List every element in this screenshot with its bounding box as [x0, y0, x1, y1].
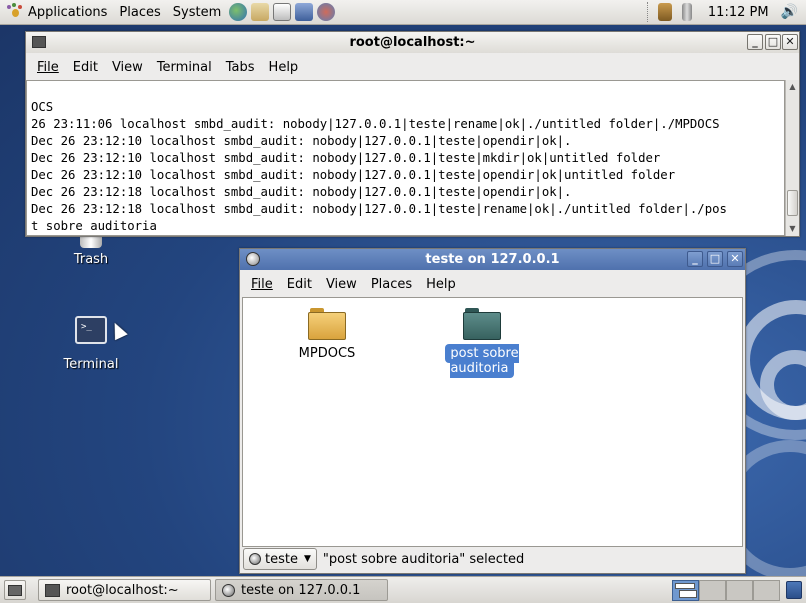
terminal-line: t sobre auditoria — [31, 219, 157, 233]
applications-menu[interactable]: Applications — [0, 0, 113, 25]
text-editor-icon[interactable] — [273, 3, 292, 21]
presentation-icon[interactable] — [295, 3, 314, 21]
terminal-window-menu-icon[interactable] — [32, 36, 46, 48]
file-view[interactable]: MPDOCS post sobre auditoria — [242, 297, 743, 547]
taskbar-item-terminal[interactable]: root@localhost:~ — [38, 579, 211, 601]
close-button[interactable]: ✕ — [727, 251, 743, 267]
dropdown-arrow-icon: ▼ — [303, 554, 311, 564]
file-manager-window-menu-icon[interactable] — [246, 252, 260, 266]
image-viewer-icon[interactable] — [317, 3, 336, 21]
menu-places[interactable]: Places — [364, 277, 419, 292]
workspace-3[interactable] — [726, 580, 753, 601]
menu-help[interactable]: Help — [262, 60, 306, 75]
desktop-icon-trash[interactable]: Trash — [60, 232, 122, 267]
terminal-line: Dec 26 23:12:18 localhost smbd_audit: no… — [31, 185, 572, 199]
web-browser-icon[interactable] — [229, 3, 248, 21]
menu-view[interactable]: View — [105, 60, 150, 75]
folder-item[interactable]: MPDOCS — [287, 308, 367, 361]
file-manager-window[interactable]: teste on 127.0.0.1 _ □ ✕ File Edit View … — [239, 248, 746, 574]
taskbar-label: teste on 127.0.0.1 — [241, 582, 361, 598]
menu-tabs[interactable]: Tabs — [219, 60, 262, 75]
system-menu[interactable]: System — [167, 0, 227, 25]
scrollbar-thumb[interactable] — [787, 190, 798, 216]
minimize-button[interactable]: _ — [747, 34, 763, 50]
terminal-small-icon — [45, 583, 60, 597]
menu-file[interactable]: File — [30, 60, 66, 75]
menu-terminal[interactable]: Terminal — [150, 60, 219, 75]
terminal-scrollbar[interactable]: ▲ ▼ — [785, 80, 799, 236]
file-manager-titlebar[interactable]: teste on 127.0.0.1 _ □ ✕ — [240, 249, 745, 270]
clock[interactable]: 11:12 PM — [708, 5, 769, 20]
workspace-2[interactable] — [699, 580, 726, 601]
folder-icon — [463, 308, 501, 340]
status-text: "post sobre auditoria" selected — [322, 551, 525, 567]
file-manager-menubar: File Edit View Places Help — [244, 272, 745, 296]
file-manager-statusbar: teste ▼ "post sobre auditoria" selected — [240, 545, 745, 573]
folder-label: MPDOCS — [298, 346, 356, 361]
scroll-up-arrow-icon[interactable]: ▲ — [786, 80, 799, 94]
workspace-1[interactable] — [672, 580, 699, 601]
panel-separator — [646, 2, 650, 22]
system-label: System — [172, 4, 222, 20]
email-client-icon[interactable] — [251, 3, 270, 21]
top-panel: Applications Places System 11:12 PM 🔊 — [0, 0, 806, 25]
package-updater-icon[interactable] — [657, 3, 672, 21]
show-desktop-icon — [8, 585, 22, 596]
bottom-panel: root@localhost:~ teste on 127.0.0.1 — [0, 576, 806, 603]
workspace-4[interactable] — [753, 580, 780, 601]
folder-icon — [308, 308, 346, 340]
terminal-line: Dec 26 23:12:10 localhost smbd_audit: no… — [31, 151, 661, 165]
menu-edit[interactable]: Edit — [66, 60, 105, 75]
places-label: Places — [119, 4, 161, 20]
terminal-menubar: File Edit View Terminal Tabs Help — [30, 55, 799, 79]
terminal-output[interactable]: OCS 26 23:11:06 localhost smbd_audit: nob… — [26, 80, 785, 236]
battery-icon[interactable] — [681, 3, 692, 21]
terminal-line: Dec 26 23:12:10 localhost smbd_audit: no… — [31, 168, 676, 182]
taskbar-label: root@localhost:~ — [66, 582, 179, 598]
network-share-small-icon — [222, 583, 235, 597]
applications-label: Applications — [28, 4, 108, 20]
folder-label: post sobre auditoria — [445, 344, 519, 378]
menu-edit[interactable]: Edit — [280, 277, 319, 292]
desktop-icon-label: Terminal — [63, 357, 119, 372]
maximize-button[interactable]: □ — [765, 34, 781, 50]
places-menu[interactable]: Places — [113, 0, 166, 25]
menu-file[interactable]: File — [244, 277, 280, 292]
show-desktop-button[interactable] — [4, 580, 26, 600]
gnome-foot-icon — [6, 3, 24, 21]
terminal-line: OCS — [31, 100, 54, 114]
window-title: teste on 127.0.0.1 — [425, 252, 560, 267]
network-share-icon — [249, 553, 261, 565]
menu-help[interactable]: Help — [419, 277, 463, 292]
terminal-window[interactable]: root@localhost:~ _ □ ✕ File Edit View Te… — [25, 31, 800, 237]
window-title: root@localhost:~ — [349, 35, 476, 50]
folder-item-selected[interactable]: post sobre auditoria — [415, 308, 549, 378]
maximize-button[interactable]: □ — [707, 251, 723, 267]
trash-applet-icon[interactable] — [786, 581, 802, 599]
workspace-switcher[interactable] — [672, 580, 780, 601]
terminal-titlebar[interactable]: root@localhost:~ _ □ ✕ — [26, 32, 799, 53]
menu-view[interactable]: View — [319, 277, 364, 292]
desktop-icon-label: Trash — [73, 252, 109, 267]
terminal-icon: >_ — [75, 316, 107, 344]
terminal-line: Dec 26 23:12:18 localhost smbd_audit: no… — [31, 202, 727, 216]
location-button[interactable]: teste ▼ — [243, 548, 317, 570]
taskbar-item-file-manager[interactable]: teste on 127.0.0.1 — [215, 579, 388, 601]
scroll-down-arrow-icon[interactable]: ▼ — [786, 222, 799, 236]
terminal-line: Dec 26 23:12:10 localhost smbd_audit: no… — [31, 134, 572, 148]
terminal-line: 26 23:11:06 localhost smbd_audit: nobody… — [31, 117, 720, 131]
volume-icon[interactable]: 🔊 — [781, 4, 798, 20]
minimize-button[interactable]: _ — [687, 251, 703, 267]
location-label: teste — [265, 551, 298, 567]
close-button[interactable]: ✕ — [782, 34, 798, 50]
